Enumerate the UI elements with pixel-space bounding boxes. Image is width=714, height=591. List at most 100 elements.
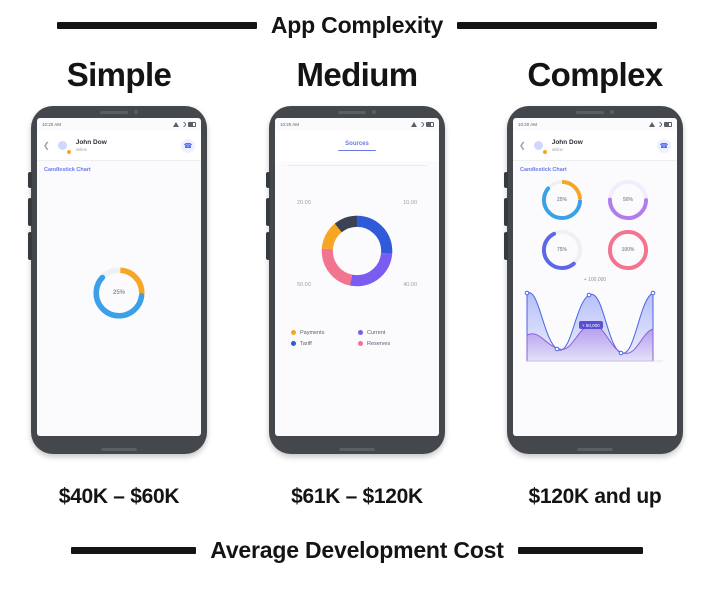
contact-status: online (75, 146, 87, 152)
donut-grid-complex: 25% 50% 75% 100% (513, 173, 677, 273)
battery-icon (664, 122, 672, 127)
speaker-grill (100, 110, 128, 114)
contact-info: John Dow online (552, 139, 583, 151)
column-complex: Complex 10:20 AM ❮ John Dow online ☎ Can… (476, 52, 714, 522)
price-complex: $120K and up (528, 485, 662, 508)
footer-title: Average Development Cost (210, 536, 504, 563)
signal-icon (173, 122, 179, 127)
legend-dot-current (358, 330, 363, 335)
page-title: App Complexity (270, 11, 444, 38)
legend-medium: Payments Current Tariff Reserves (275, 326, 439, 347)
donut-label-75: 75% (556, 247, 567, 253)
axis-label-top-left: 20.00 (297, 199, 311, 206)
phone-mockup-simple: 10:20 AM ❮ John Dow online ☎ Candlestick… (28, 106, 207, 454)
donut-cell: 75% (529, 227, 595, 273)
phone-earpiece (31, 106, 207, 118)
status-badge (65, 149, 72, 155)
wifi-icon (417, 120, 426, 129)
header: App Complexity (0, 8, 714, 42)
contact-name: John Dow (551, 139, 583, 147)
legend-dot-reserves (358, 341, 363, 346)
phone-side-button (28, 172, 32, 188)
column-title-complex: Complex (527, 56, 663, 93)
tab-sources[interactable]: Sources (345, 141, 369, 147)
phone-icon[interactable]: ☎ (657, 138, 671, 153)
phone-earpiece (507, 106, 683, 118)
chevron-left-icon[interactable]: ❮ (43, 141, 50, 150)
donut-cell: 50% (595, 177, 661, 223)
wifi-icon (179, 120, 188, 129)
header-rule-right (457, 21, 658, 29)
status-time: 10:20 AM (280, 122, 300, 127)
chat-app-header: ❮ John Dow online ☎ (37, 131, 201, 161)
speaker-grill (576, 110, 604, 114)
phone-mockup-complex: 10:20 AM ❮ John Dow online ☎ Candlestick… (504, 106, 683, 454)
battery-icon (426, 122, 434, 127)
status-bar: 10:20 AM (275, 118, 439, 131)
area-chart-complex: + 100,000 + 50,000 (513, 277, 677, 375)
front-camera-icon (372, 110, 376, 114)
legend-item: Payments (291, 330, 356, 336)
wifi-icon (655, 120, 664, 129)
signal-icon (649, 122, 655, 127)
price-medium: $61K – $120K (291, 485, 423, 508)
header-rule-left (56, 21, 257, 29)
home-indicator (339, 448, 375, 451)
chevron-left-icon[interactable]: ❮ (519, 141, 526, 150)
phone-volume-up-button (28, 198, 32, 226)
chat-app-header: ❮ John Dow online ☎ (513, 131, 677, 161)
axis-label-top-right: 10.00 (403, 199, 417, 206)
footer-rule-left (71, 546, 197, 554)
home-indicator (577, 448, 613, 451)
status-icons (411, 120, 434, 129)
battery-icon (188, 122, 196, 127)
status-icons (173, 120, 196, 129)
column-title-simple: Simple (66, 56, 172, 93)
legend-item: Tariff (291, 341, 356, 347)
legend-label: Current (367, 329, 386, 336)
price-simple: $40K – $60K (58, 485, 180, 508)
front-camera-icon (134, 110, 138, 114)
donut-cell: 25% (529, 177, 595, 223)
phone-screen-simple: 10:20 AM ❮ John Dow online ☎ Candlestick… (37, 118, 201, 436)
legend-label: Payments (300, 329, 325, 336)
signal-icon (411, 122, 417, 127)
contact-info: John Dow online (76, 139, 107, 151)
column-simple: Simple 10:20 AM ❮ John Dow online ☎ Cand… (0, 52, 238, 522)
donut-svg-medium (321, 215, 393, 286)
legend-label: Reserves (367, 340, 391, 347)
legend-dot-tariff (291, 341, 296, 346)
status-time: 10:20 AM (518, 122, 538, 127)
phone-screen-complex: 10:20 AM ❮ John Dow online ☎ Candlestick… (513, 118, 677, 436)
phone-screen-medium: 10:20 AM Sources 20.00 10.00 50.00 40.00 (275, 118, 439, 436)
column-title-medium: Medium (296, 56, 418, 93)
tab-underline (338, 149, 376, 152)
home-indicator (101, 448, 137, 451)
donut-chart-medium: 20.00 10.00 50.00 40.00 (275, 166, 439, 326)
phone-side-button (266, 172, 270, 188)
phone-volume-up-button (504, 198, 508, 226)
donut-center-label: 25% (112, 290, 125, 296)
status-bar: 10:20 AM (37, 118, 201, 131)
phone-chin (269, 448, 445, 451)
phone-volume-down-button (266, 232, 270, 260)
status-icons (649, 120, 672, 129)
legend-item: Reserves (358, 341, 423, 347)
axis-label-bottom-right: 40.00 (403, 281, 417, 288)
column-medium: Medium 10:20 AM Sources 20.00 10.00 50.0… (238, 52, 476, 522)
sources-tab-header: Sources (275, 131, 439, 161)
avatar (530, 137, 548, 155)
legend-label: Tariff (300, 340, 312, 347)
phone-volume-down-button (504, 232, 508, 260)
status-bar: 10:20 AM (513, 118, 677, 131)
speaker-grill (338, 110, 366, 114)
phone-volume-up-button (266, 198, 270, 226)
phone-side-button (504, 172, 508, 188)
status-badge (541, 149, 548, 155)
contact-status: online (551, 146, 563, 152)
footer-rule-right (517, 546, 643, 554)
donut-label-50: 50% (622, 197, 633, 203)
contact-name: John Dow (75, 139, 107, 147)
phone-icon[interactable]: ☎ (181, 138, 195, 153)
axis-label-bottom-left: 50.00 (297, 281, 311, 288)
